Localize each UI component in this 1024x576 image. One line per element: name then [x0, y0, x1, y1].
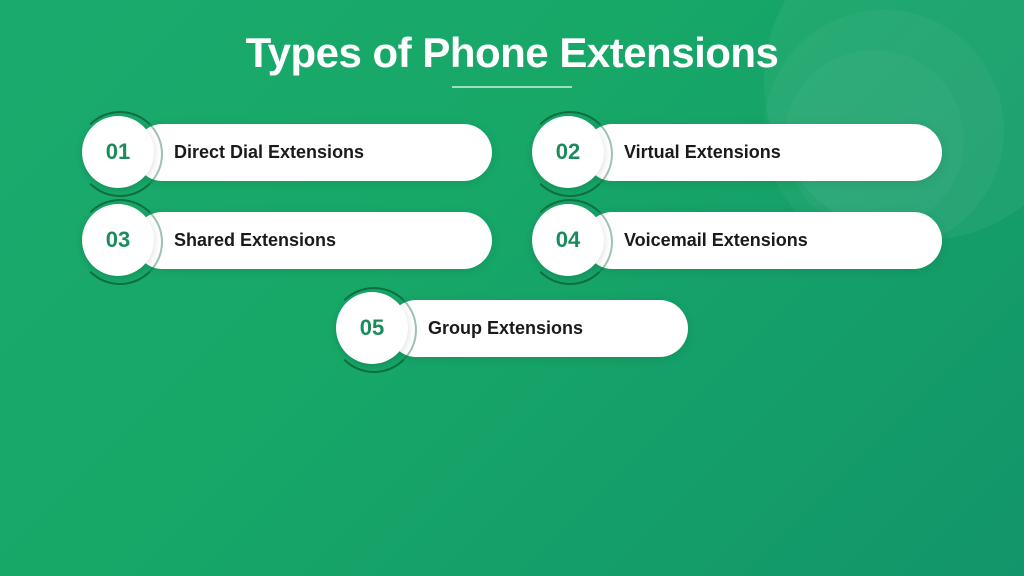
- badge-5: 05: [336, 292, 408, 364]
- badge-1: 01: [82, 116, 154, 188]
- badge-number-4: 04: [556, 227, 580, 253]
- extension-item-5: 05 Group Extensions: [82, 292, 942, 364]
- extension-item-3: 03 Shared Extensions: [82, 204, 492, 276]
- badge-2: 02: [532, 116, 604, 188]
- extension-item-2: 02 Virtual Extensions: [532, 116, 942, 188]
- title-section: Types of Phone Extensions: [246, 30, 779, 88]
- badge-3: 03: [82, 204, 154, 276]
- badge-4: 04: [532, 204, 604, 276]
- items-grid: 01 Direct Dial Extensions 02 Virtual Ext…: [82, 116, 942, 364]
- badge-number-5: 05: [360, 315, 384, 341]
- label-pill-3: Shared Extensions: [134, 212, 492, 269]
- page-title: Types of Phone Extensions: [246, 30, 779, 76]
- extension-item-1: 01 Direct Dial Extensions: [82, 116, 492, 188]
- label-pill-4: Voicemail Extensions: [584, 212, 942, 269]
- badge-number-3: 03: [106, 227, 130, 253]
- label-pill-1: Direct Dial Extensions: [134, 124, 492, 181]
- label-pill-2: Virtual Extensions: [584, 124, 942, 181]
- page-container: Types of Phone Extensions 01 Direct Dial…: [0, 0, 1024, 576]
- badge-number-1: 01: [106, 139, 130, 165]
- extension-item-4: 04 Voicemail Extensions: [532, 204, 942, 276]
- label-pill-5: Group Extensions: [388, 300, 688, 357]
- badge-number-2: 02: [556, 139, 580, 165]
- title-divider: [452, 86, 572, 88]
